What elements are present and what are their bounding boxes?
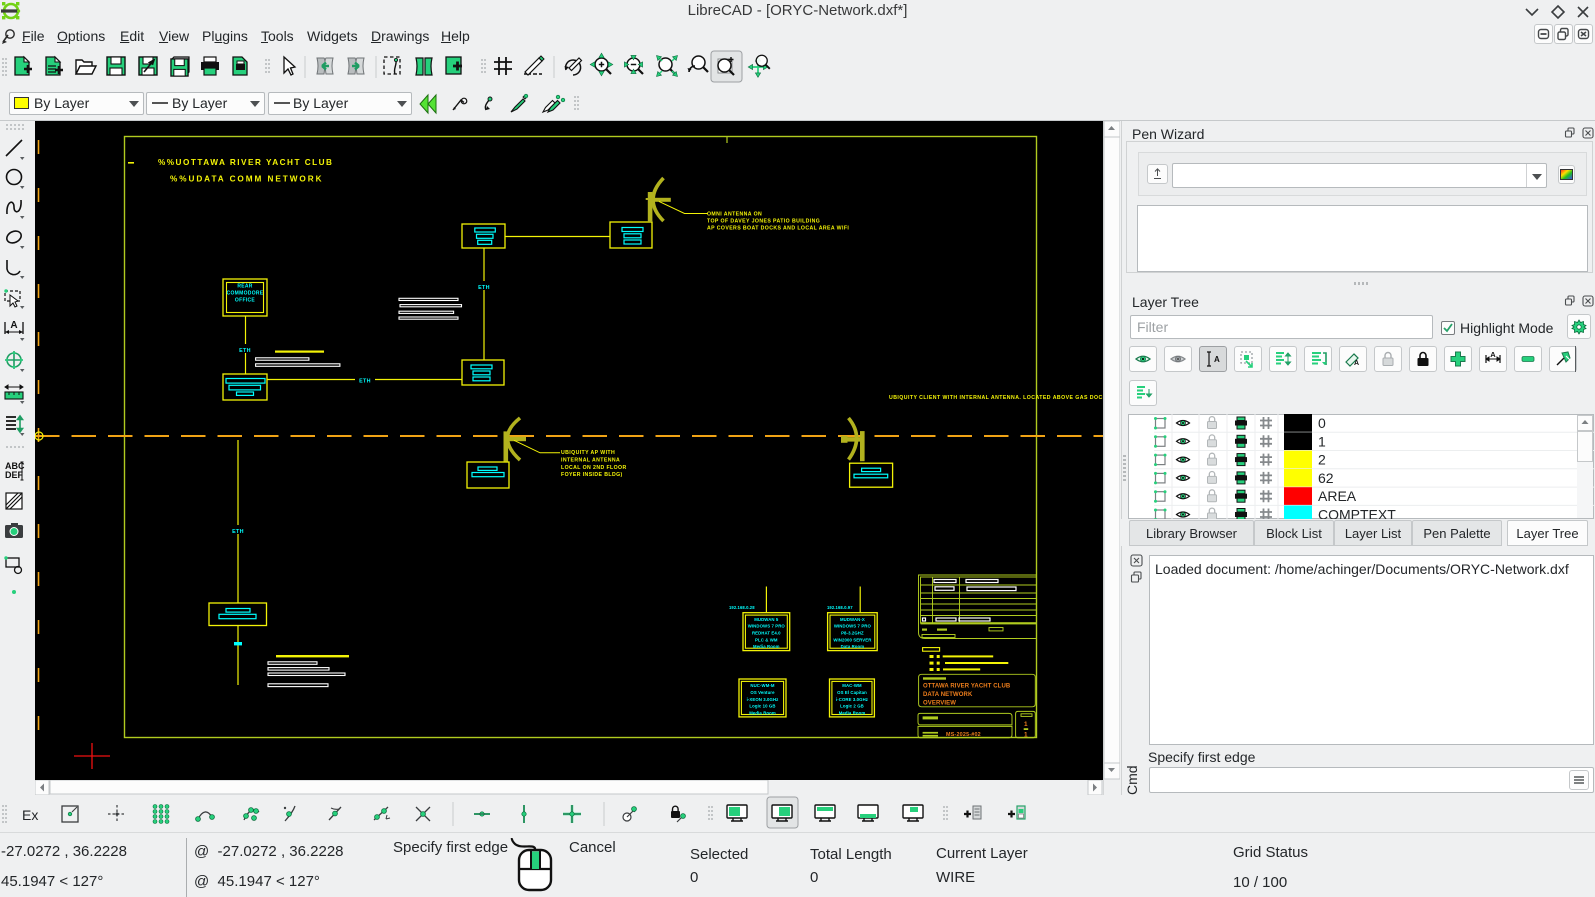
svg-text:OVERVIEW: OVERVIEW (923, 701, 956, 707)
svg-text:62: 62 (1318, 470, 1334, 486)
svg-text:A: A (1490, 350, 1496, 359)
svg-text:AP COVERS BOAT DOCKS AND LOCAL: AP COVERS BOAT DOCKS AND LOCAL AREA WIFI (707, 226, 849, 232)
svg-text:MUDWAN-X: MUDWAN-X (840, 617, 865, 622)
svg-text:Data Room: Data Room (841, 644, 865, 649)
svg-text:ETH: ETH (478, 285, 490, 291)
svg-text:ETH: ETH (239, 348, 251, 354)
svg-text:OS El Capitan: OS El Capitan (837, 690, 867, 695)
svg-text:AREA: AREA (1318, 488, 1357, 504)
svg-text:INTERNAL ANTENNA: INTERNAL ANTENNA (561, 457, 620, 463)
svg-text:WINDOWS 7 PRO: WINDOWS 7 PRO (834, 624, 872, 629)
svg-text:WINDOWS 7 PRO: WINDOWS 7 PRO (748, 624, 786, 629)
svg-text:0: 0 (1318, 415, 1326, 431)
svg-text:i-CORE 3.0GHz: i-CORE 3.0GHz (836, 697, 868, 702)
svg-text:NUC-WM-M: NUC-WM-M (750, 683, 775, 688)
svg-text:LOCAL ON 2ND FLOOR: LOCAL ON 2ND FLOOR (561, 465, 627, 471)
svg-text:A: A (1214, 355, 1220, 364)
svg-text:UBIQUITY CLIENT WITH INTERNAL: UBIQUITY CLIENT WITH INTERNAL ANTENNA. L… (889, 395, 1103, 401)
svg-text:ETH: ETH (359, 379, 371, 385)
svg-text:DATA NETWORK: DATA NETWORK (923, 692, 973, 698)
svg-text:A: A (10, 320, 17, 331)
svg-text:%%UOTTAWA RIVER YACHT CLUB: %%UOTTAWA RIVER YACHT CLUB (158, 158, 333, 167)
svg-text:REAR: REAR (237, 284, 252, 290)
svg-text:OTTAWA RIVER YACHT CLUB: OTTAWA RIVER YACHT CLUB (923, 684, 1011, 690)
svg-text:2: 2 (1318, 452, 1326, 468)
svg-text:OMNI ANTENNA ON: OMNI ANTENNA ON (707, 212, 762, 218)
svg-text:REDHAT E4.0: REDHAT E4.0 (752, 631, 781, 636)
svg-text:ETH: ETH (232, 529, 244, 535)
svg-text:UBIQUITY AP WITH: UBIQUITY AP WITH (561, 450, 615, 456)
svg-text:DEF: DEF (5, 470, 24, 480)
svg-text:Media Room: Media Room (753, 644, 780, 649)
svg-text:i-XEON 3.0GHz: i-XEON 3.0GHz (747, 697, 779, 702)
svg-text:TOP OF DAVEY JONES PATIO BUILD: TOP OF DAVEY JONES PATIO BUILDING (707, 219, 820, 225)
svg-text:1: 1 (1318, 433, 1326, 449)
svg-text:1: 1 (1024, 732, 1028, 739)
svg-text:OFFICE: OFFICE (235, 298, 255, 304)
svg-text:MAC-WM: MAC-WM (842, 683, 862, 688)
svg-text:Media Room: Media Room (839, 710, 866, 715)
svg-text:COMPTEXT: COMPTEXT (1318, 507, 1396, 520)
svg-text:Logic 2 GB: Logic 2 GB (840, 704, 864, 709)
svg-text:WIN2000 SERVER: WIN2000 SERVER (833, 637, 872, 642)
svg-text:P8-3.2GHZ: P8-3.2GHZ (841, 631, 864, 636)
svg-text:%%UDATA COMM NETWORK: %%UDATA COMM NETWORK (170, 175, 323, 184)
svg-text:A: A (1354, 360, 1359, 367)
svg-text:COMMODORE: COMMODORE (227, 291, 264, 297)
svg-text:192.168.0.97: 192.168.0.97 (827, 605, 853, 610)
svg-text:Media Room: Media Room (749, 710, 776, 715)
svg-text:FOYER INSIDE BLDG): FOYER INSIDE BLDG) (561, 472, 623, 478)
svg-text:192.168.0.28: 192.168.0.28 (729, 605, 755, 610)
svg-text:MUDWAN 5: MUDWAN 5 (754, 617, 779, 622)
svg-text:MS-2025-#02: MS-2025-#02 (946, 732, 981, 738)
svg-text:OS Venture: OS Venture (750, 690, 775, 695)
svg-text:Logic 10 GB: Logic 10 GB (749, 704, 775, 709)
svg-text:PLC & WM: PLC & WM (755, 637, 778, 642)
svg-text:1: 1 (1024, 721, 1028, 728)
